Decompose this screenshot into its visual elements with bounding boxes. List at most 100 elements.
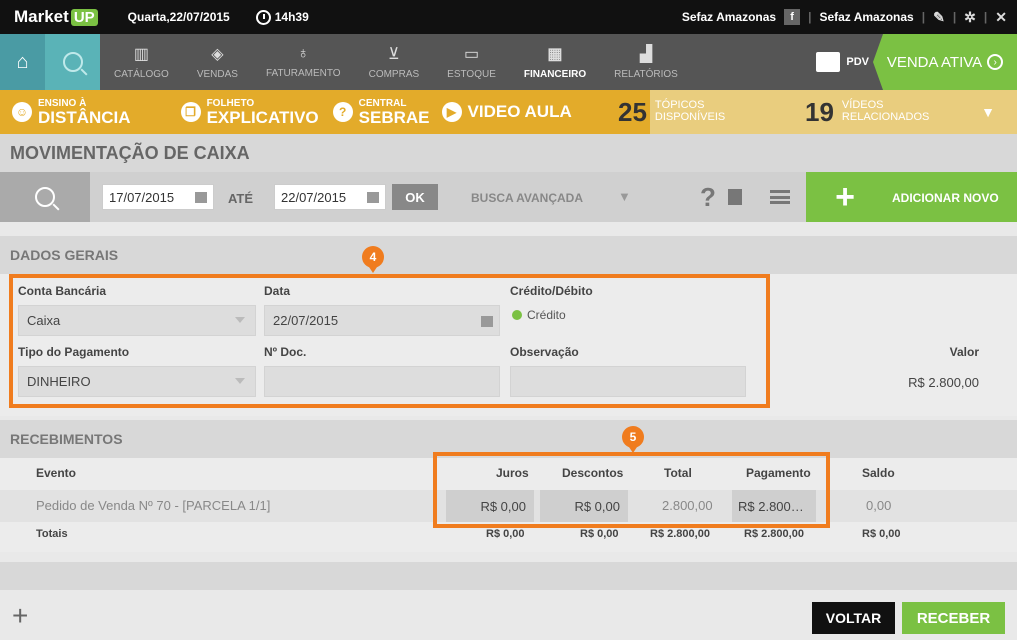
voltar-button[interactable]: VOLTAR [812,602,895,634]
settings-icon[interactable]: ✲ [964,9,976,26]
date-from-input[interactable]: 17/07/2015 [102,184,214,210]
current-time: 14h39 [255,9,309,25]
topicos-link[interactable]: 25 TÓPICOS DISPONÍVEIS [618,90,725,134]
facebook-icon[interactable]: f [784,9,801,25]
arrow-down-icon[interactable]: ▼ [618,189,631,204]
arrow-right-circle-icon: › [987,54,1004,70]
logo-text: Market [14,7,69,26]
recebimentos-title: RECEBIMENTOS [10,431,123,447]
totais-label: Totais [36,528,68,540]
videos-link[interactable]: 19 VÍDEOS RELACIONADOS ▼ [781,90,1017,134]
videos-label-2: RELACIONADOS [841,111,930,123]
valor-value: R$ 2.800,00 [908,375,979,390]
nav-item-catálogo[interactable]: ▥ CATÁLOGO [100,34,183,90]
valor-label: Valor [949,345,979,359]
account-name-2[interactable]: Sefaz Amazonas [819,10,913,24]
col-saldo: Saldo [862,466,895,480]
account-name-1[interactable]: Sefaz Amazonas [682,10,776,24]
col-evento: Evento [36,466,77,480]
nav-item-label: CATÁLOGO [114,69,169,80]
basket-icon: ⊻ [388,46,400,63]
nav-item-estoque[interactable]: ▭ ESTOQUE [433,34,510,90]
calendar-icon[interactable] [367,192,379,203]
folheto-link[interactable]: ❐ FOLHETO EXPLICATIVO [180,97,319,127]
totais-juros: R$ 0,00 [486,528,525,540]
busca-avancada-link[interactable]: BUSCA AVANÇADA [471,191,583,205]
nav-item-label: COMPRAS [368,69,420,80]
video-aula-link[interactable]: ▶ VIDEO AULA [441,102,572,122]
account-area: Sefaz Amazonas f | Sefaz Amazonas | ✎ | … [682,0,1007,34]
folheto-small: FOLHETO [206,97,255,109]
totais-pagamento: R$ 2.800,00 [744,528,804,540]
ead-small: ENSINO À [38,97,87,109]
topicos-count: 25 [618,96,647,127]
venda-ativa-button[interactable]: VENDA ATIVA › [873,34,1017,90]
totais-descontos: R$ 0,00 [580,528,619,540]
central-big: SEBRAE [358,107,430,127]
receber-button[interactable]: RECEBER [902,602,1005,634]
promo-bar: ☺ ENSINO À DISTÂNCIA ❐ FOLHETO EXPLICATI… [0,90,1017,134]
ate-label: ATÉ [228,191,254,206]
divider: | [983,10,988,24]
logo-up-badge: UP [70,8,98,26]
calendar-icon[interactable] [195,192,207,203]
box-icon: ▭ [463,46,480,63]
cash-register-icon [816,52,841,72]
nav-item-faturamento[interactable]: ♁ FATURAMENTO [252,34,355,90]
home-button[interactable]: ⌂ [0,34,45,90]
search-icon [35,187,55,207]
clock-icon [255,9,271,25]
search-icon [62,52,83,72]
calculator-icon: ▦ [547,46,563,63]
divider: | [952,10,957,24]
nav-item-relatórios[interactable]: ▟ RELATÓRIOS [600,34,692,90]
row-evento: Pedido de Venda Nº 70 - [PARCELA 1/1] [36,498,271,513]
play-icon: ▶ [441,102,462,122]
pdv-label: PDV [846,56,869,68]
central-small: CENTRAL [358,97,407,109]
ead-big: DISTÂNCIA [38,107,131,127]
add-row-icon[interactable]: + [12,600,28,632]
page-title: MOVIMENTAÇÃO DE CAIXA [10,143,250,163]
export-icon[interactable] [728,189,742,205]
videos-count: 19 [805,96,834,127]
nav-item-label: FINANCEIRO [523,69,587,80]
date-to-input[interactable]: 22/07/2015 [274,184,386,210]
video-aula-label: VIDEO AULA [467,102,572,121]
nav-item-label: FATURAMENTO [265,68,341,79]
barcode-icon: ▥ [133,46,149,63]
marketup-logo[interactable]: Market UP [14,7,98,27]
plus-icon[interactable]: + [806,172,884,222]
nav-search-button[interactable] [45,34,100,90]
date-from-value: 17/07/2015 [109,189,175,205]
folheto-big: EXPLICATIVO [206,107,319,127]
nav-item-compras[interactable]: ⊻ COMPRAS [355,34,434,90]
central-sebrae-link[interactable]: ? CENTRAL SEBRAE [332,97,430,127]
top-bar: Market UP Quarta,22/07/2015 14h39 Sefaz … [0,0,1017,34]
money-bag-icon: ♁ [297,45,310,62]
list-icon[interactable] [770,190,790,204]
nav-item-vendas[interactable]: ◈ VENDAS [183,34,252,90]
row-saldo: 0,00 [866,498,892,513]
current-date: Quarta,22/07/2015 [127,10,230,24]
divider: | [808,10,812,24]
pdv-button[interactable]: PDV [816,34,869,90]
close-icon[interactable]: ✕ [995,9,1007,26]
help-icon[interactable]: ? [700,182,716,213]
wrench-icon[interactable]: ✎ [933,9,945,26]
annotation-box-5 [433,452,830,528]
ok-button[interactable]: OK [392,184,438,210]
annotation-box-4 [9,274,770,408]
date-to-value: 22/07/2015 [281,189,347,205]
annotation-badge-5: 5 [622,426,644,453]
totais-saldo: R$ 0,00 [862,528,901,540]
filter-search-button[interactable] [0,172,90,222]
question-bubble-icon: ? [332,102,353,122]
arrow-down-icon[interactable]: ▼ [981,104,995,120]
ensino-distancia-link[interactable]: ☺ ENSINO À DISTÂNCIA [12,97,131,127]
venda-ativa-label: VENDA ATIVA [886,53,983,71]
add-new-label[interactable]: ADICIONAR NOVO [892,191,999,205]
tag-icon: ◈ [211,46,224,63]
annotation-badge-4: 4 [362,246,384,273]
nav-item-financeiro[interactable]: ▦ FINANCEIRO [510,34,600,90]
